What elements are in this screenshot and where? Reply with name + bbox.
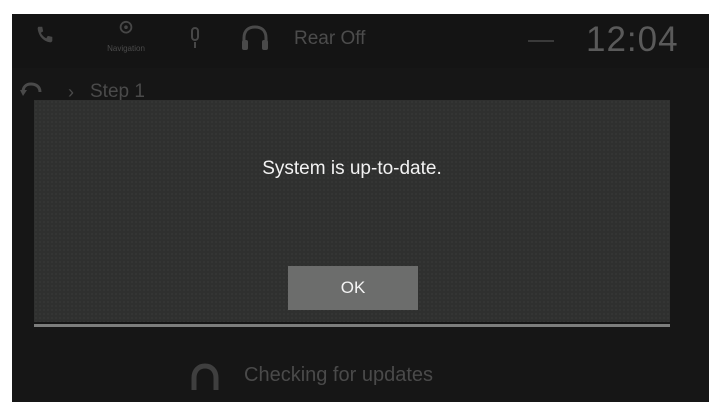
update-dialog: System is up-to-date. OK bbox=[34, 100, 670, 322]
headphones-icon[interactable] bbox=[240, 24, 270, 52]
rear-audio-status[interactable]: Rear Off bbox=[294, 28, 365, 50]
navigation-label: Navigation bbox=[107, 44, 145, 53]
clock: 12:04 bbox=[586, 20, 679, 59]
connectivity-icon bbox=[528, 40, 554, 42]
navigation-shortcut[interactable]: Navigation bbox=[98, 20, 154, 60]
dialog-message: System is up-to-date. bbox=[262, 158, 442, 179]
ok-button[interactable]: OK bbox=[288, 266, 418, 310]
navigation-icon bbox=[119, 20, 133, 34]
dialog-divider bbox=[34, 324, 670, 327]
infotainment-screen: Navigation Rear Off 12:04 › Step 1 Check… bbox=[12, 14, 709, 402]
checking-text: Checking for updates bbox=[244, 364, 434, 386]
microphone-icon[interactable] bbox=[188, 26, 202, 50]
status-bar: Navigation Rear Off 12:04 bbox=[12, 14, 709, 68]
spinner-icon bbox=[191, 363, 219, 390]
phone-icon[interactable] bbox=[34, 24, 56, 46]
